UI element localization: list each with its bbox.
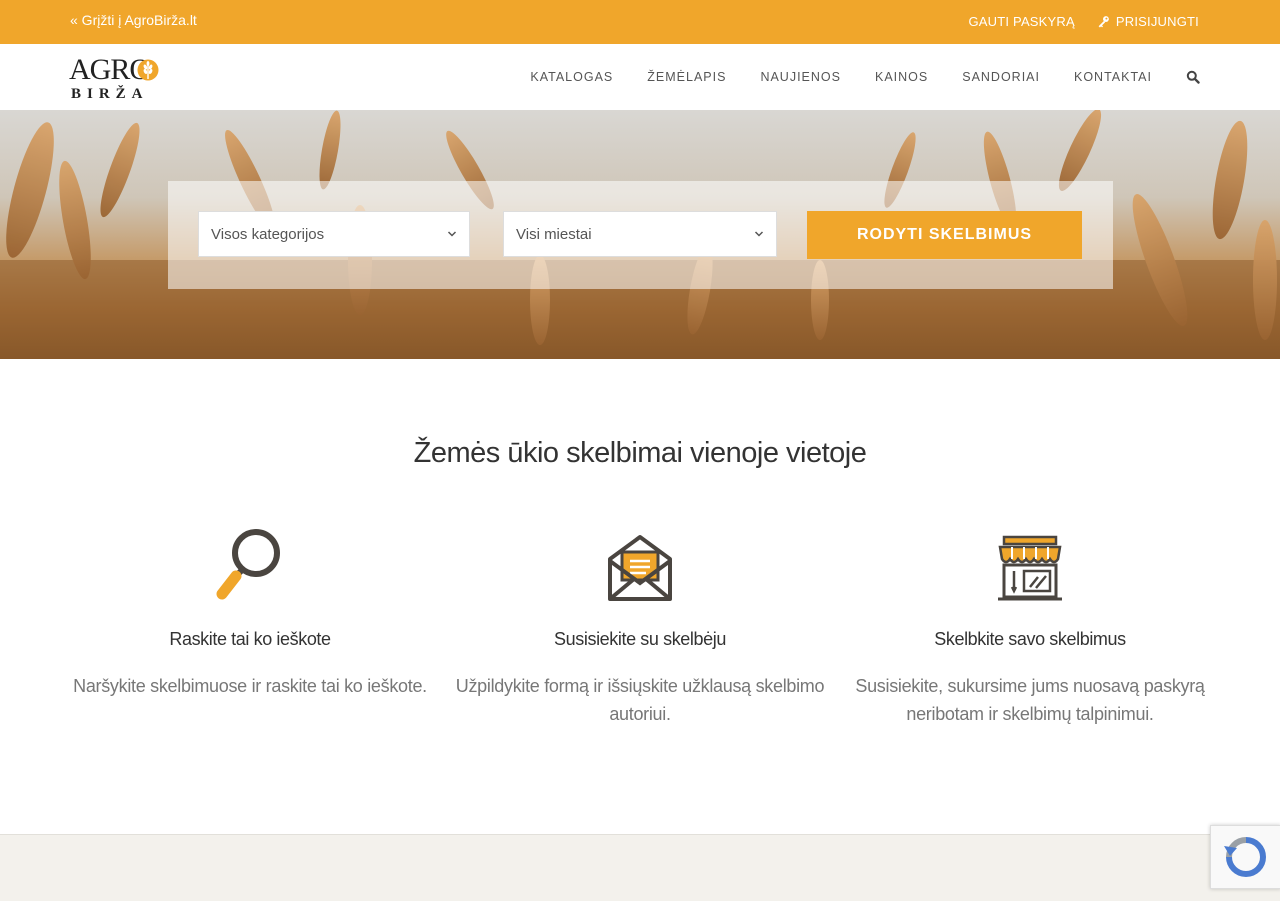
recaptcha-badge[interactable] — [1210, 825, 1280, 889]
feature-title: Raskite tai ko ieškote — [169, 629, 331, 649]
login-label: PRISIJUNGTI — [1115, 14, 1199, 29]
chevron-down-icon — [754, 231, 764, 237]
nav-item-katalogas[interactable]: KATALOGAS — [530, 70, 613, 84]
feature-description: Susisiekite, sukursime jums nuosavą pask… — [855, 676, 1205, 724]
category-select-value: Visos kategorijos — [211, 225, 325, 243]
feature-title: Skelbkite savo skelbimus — [934, 629, 1126, 649]
category-select[interactable]: Visos kategorijos — [198, 211, 470, 257]
feature-description: Naršykite skelbimuose ir raskite tai ko … — [73, 676, 427, 696]
feature-title: Susisiekite su skelbėju — [554, 629, 726, 649]
nav-item-naujienos[interactable]: NAUJIENOS — [760, 70, 841, 84]
show-listings-button[interactable]: RODYTI SKELBIMUS — [807, 211, 1082, 259]
envelope-icon — [608, 535, 672, 601]
footer-band — [0, 834, 1280, 901]
search-icon[interactable] — [1186, 70, 1200, 84]
recaptcha-icon — [1224, 837, 1266, 877]
site-logo[interactable]: AGRO BIRŽA — [69, 54, 159, 102]
feature-contact: Susisiekite su skelbėju Užpildykite form… — [450, 525, 830, 728]
city-select[interactable]: Visi miestai — [503, 211, 777, 257]
login-link[interactable]: PRISIJUNGTI — [1097, 14, 1199, 29]
feature-description: Užpildykite formą ir išsiųskite užklausą… — [455, 676, 825, 724]
key-icon — [1098, 16, 1109, 28]
back-link[interactable]: « Grįžti į AgroBirža.lt — [70, 12, 197, 28]
account-links: GAUTI PASKYRĄ PRISIJUNGTI — [969, 14, 1200, 29]
main-nav: KATALOGAS ŽEMĖLAPIS NAUJIENOS KAINOS SAN… — [496, 44, 1200, 110]
section-title: Žemės ūkio skelbimai vienoje vietoje — [413, 437, 867, 469]
chevron-down-icon — [447, 231, 457, 237]
nav-item-sandoriai[interactable]: SANDORIAI — [962, 70, 1040, 84]
hero-banner: Visos kategorijos Visi miestai RODYTI SK… — [0, 110, 1280, 359]
shop-icon — [998, 535, 1062, 601]
main-header: AGRO BIRŽA KATALOGAS ŽEMĖLAPIS NAUJIENOS… — [0, 44, 1280, 110]
feature-publish: Skelbkite savo skelbimus Susisiekite, su… — [840, 525, 1220, 728]
logo-text-birza: BIRŽA — [71, 86, 149, 102]
nav-item-kontaktai[interactable]: KONTAKTAI — [1074, 70, 1152, 84]
feature-search: Raskite tai ko ieškote Naršykite skelbim… — [60, 525, 440, 700]
top-bar: « Grįžti į AgroBirža.lt GAUTI PASKYRĄ PR… — [0, 0, 1280, 44]
get-account-link[interactable]: GAUTI PASKYRĄ — [969, 14, 1075, 29]
magnifier-icon — [216, 529, 280, 600]
nav-item-kainos[interactable]: KAINOS — [875, 70, 928, 84]
nav-item-zemelapis[interactable]: ŽEMĖLAPIS — [647, 70, 726, 84]
wheat-logo-icon — [137, 59, 159, 81]
city-select-value: Visi miestai — [516, 225, 592, 243]
search-panel: Visos kategorijos Visi miestai RODYTI SK… — [168, 181, 1113, 289]
